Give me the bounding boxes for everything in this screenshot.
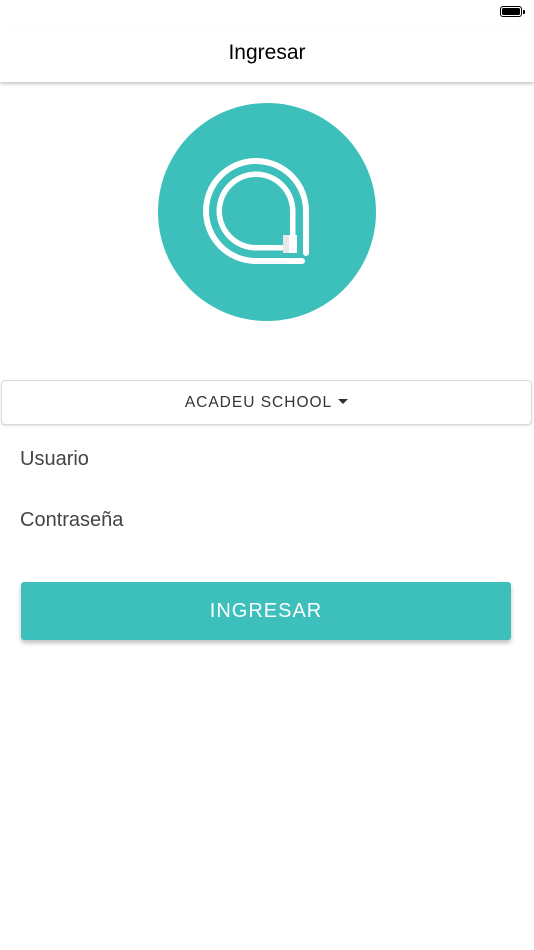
battery-full-icon <box>500 6 526 19</box>
school-selector[interactable]: ACADEU SCHOOL <box>1 380 532 425</box>
password-input[interactable] <box>0 495 534 545</box>
page-title: Ingresar <box>228 41 306 64</box>
app-logo-icon <box>158 103 376 321</box>
login-button[interactable]: INGRESAR <box>21 582 511 640</box>
username-input[interactable] <box>0 434 534 484</box>
app-header: Ingresar <box>0 26 534 82</box>
school-selector-label: ACADEU SCHOOL <box>184 393 333 411</box>
caret-down-icon <box>338 398 349 404</box>
status-bar <box>0 0 534 26</box>
login-screen: Ingresar ACADEU SCHOOL INGRESAR <box>0 0 534 950</box>
